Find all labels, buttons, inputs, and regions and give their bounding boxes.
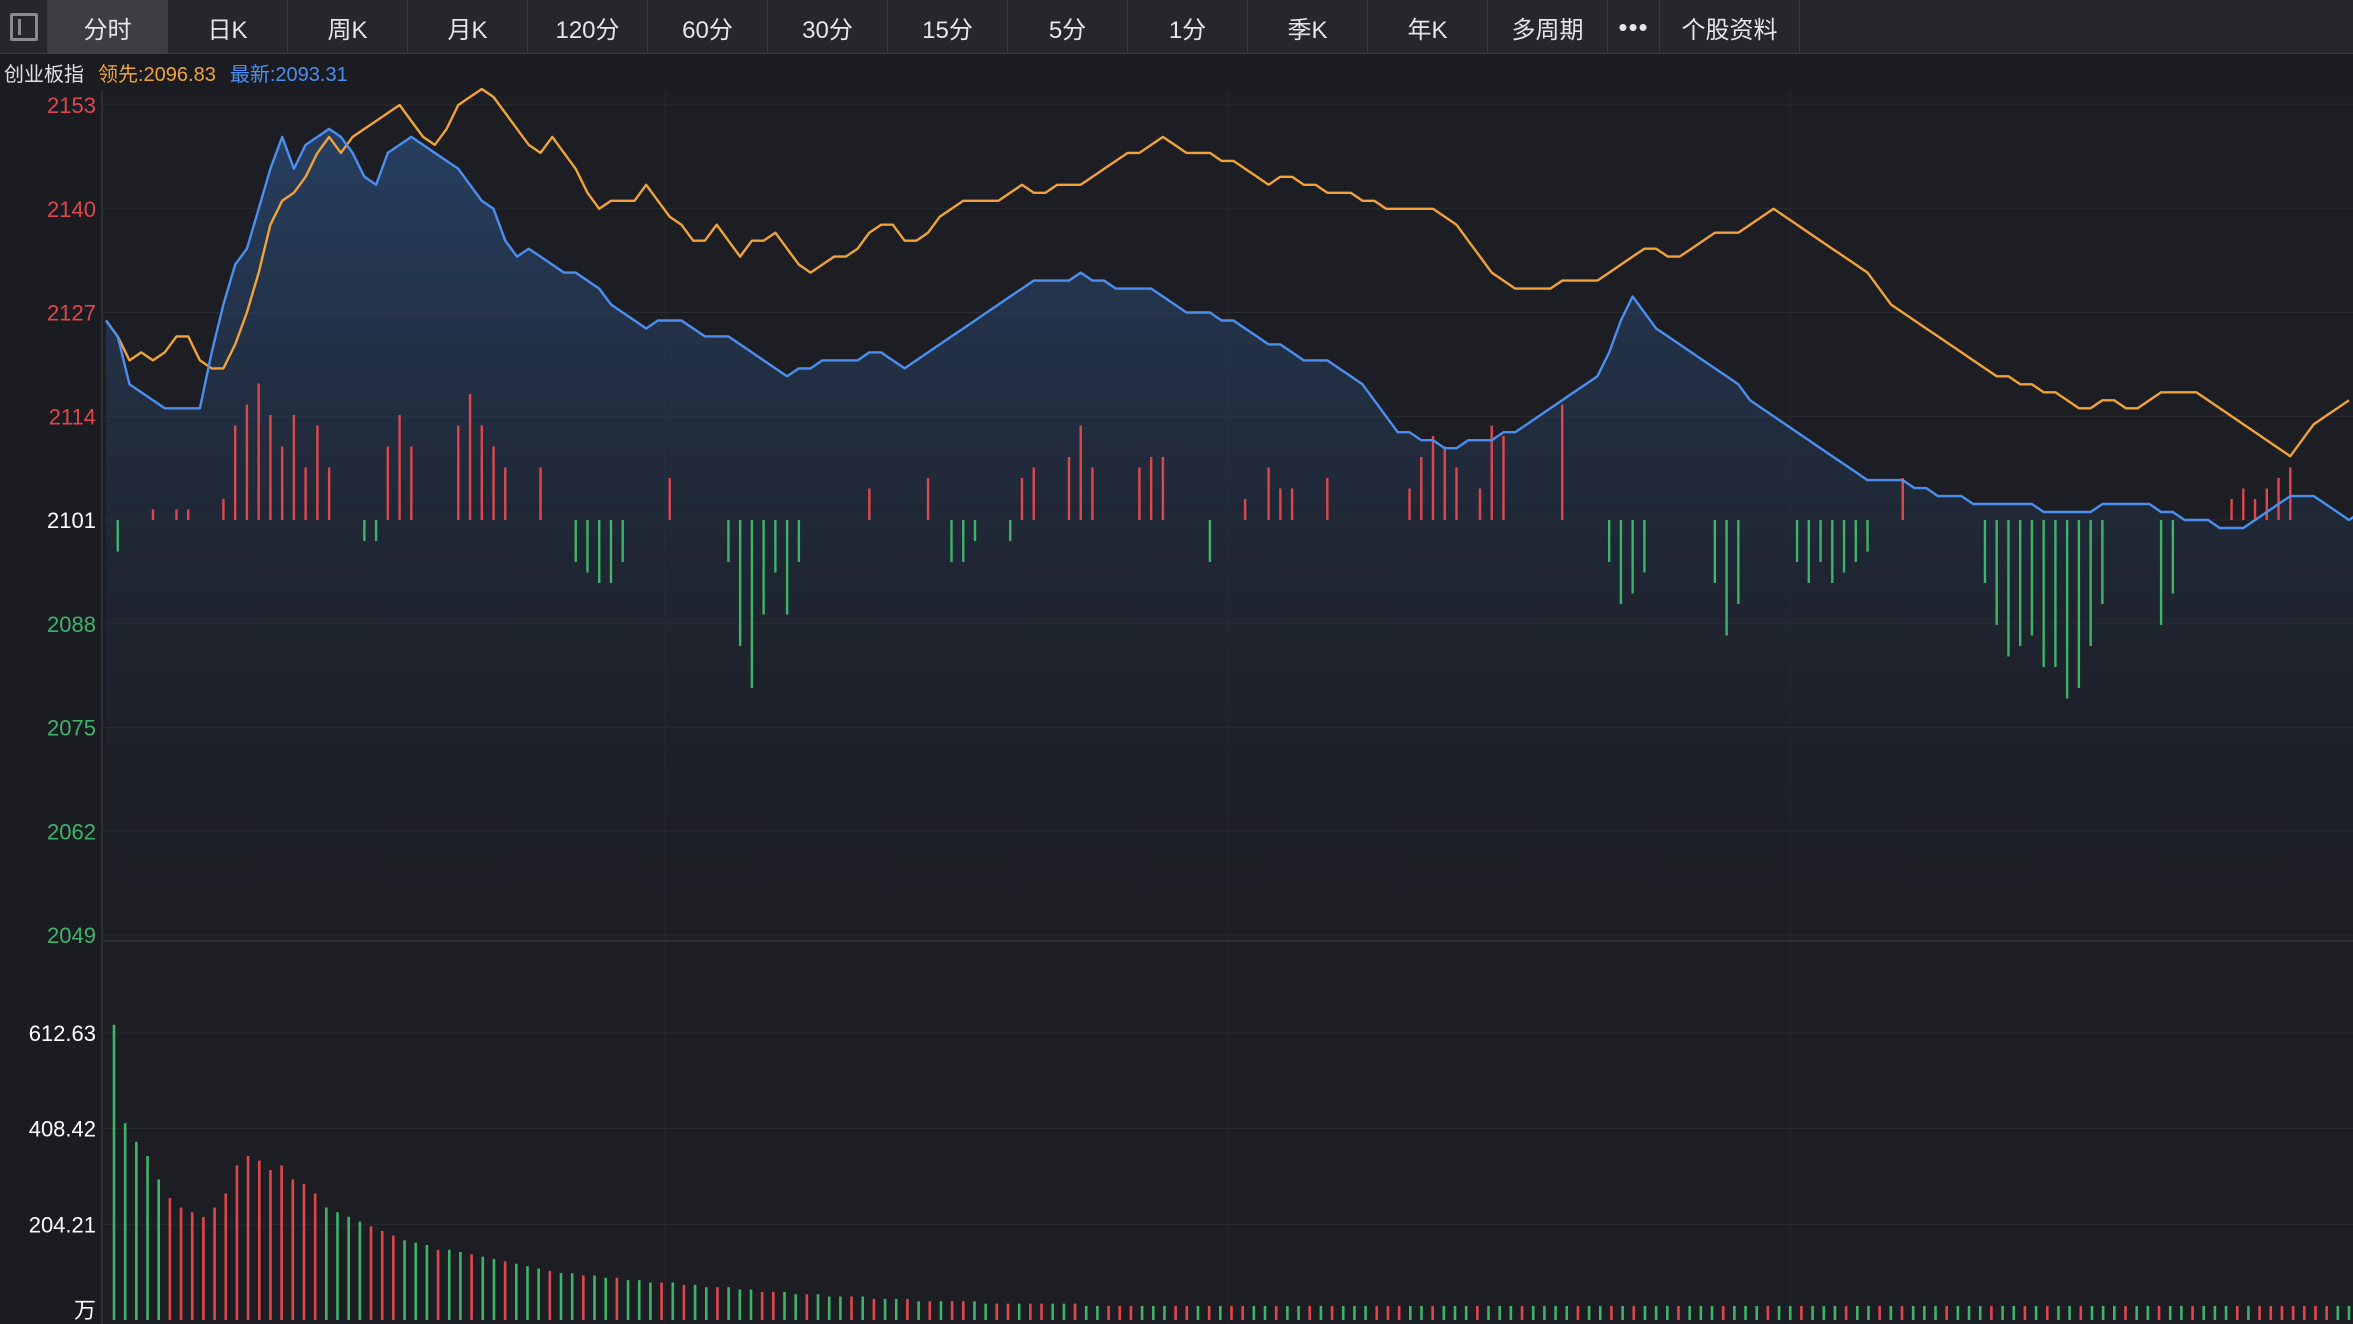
volume-tick-label: 204.21 [29, 1212, 96, 1237]
price-tick-label: 2140 [47, 197, 96, 222]
intraday-chart[interactable]: 2153 2140 2127 2114 2101 2088 2075 2062 2049 612.… [0, 0, 2353, 1324]
volume-tick-label: 408.42 [29, 1117, 96, 1142]
price-tick-label: 2062 [47, 819, 96, 844]
price-tick-label: 2049 [47, 923, 96, 948]
price-tick-label: 2127 [47, 301, 96, 326]
volume-tick-label: 612.63 [29, 1021, 96, 1046]
price-tick-label: 2088 [47, 612, 96, 637]
price-tick-label: 2075 [47, 716, 96, 741]
price-tick-label: 2153 [47, 93, 96, 118]
volume-unit-label: 万 [74, 1298, 96, 1323]
price-tick-label: 2101 [47, 508, 96, 533]
price-tick-label: 2114 [49, 404, 96, 429]
